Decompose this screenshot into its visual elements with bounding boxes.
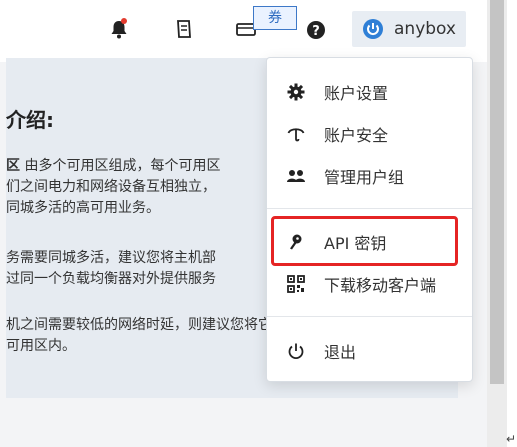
menu-item-account-settings[interactable]: 账户设置: [267, 72, 472, 112]
gear-icon: [286, 82, 306, 102]
intro-p2-line2: 过同一个负载均衡器对外提供服务: [6, 271, 216, 287]
intro-p2-line1: 务需要同城多活，建议您将主机部: [6, 250, 216, 266]
menu-item-download-mobile-app[interactable]: 下载移动客户端: [267, 264, 472, 304]
coupon-badge[interactable]: 券: [253, 6, 297, 30]
svg-text:?: ?: [312, 24, 320, 39]
account-name: anybox: [394, 19, 456, 39]
page-scrollbar[interactable]: [487, 0, 507, 447]
umbrella-icon: [286, 124, 306, 144]
help-icon[interactable]: ?: [305, 18, 327, 40]
users-icon: [286, 166, 306, 186]
menu-item-label: 管理用户组: [324, 168, 405, 187]
menu-item-label: 下载移动客户端: [324, 276, 437, 295]
window-edge: [507, 0, 517, 447]
scrollbar-thumb[interactable]: [490, 0, 504, 384]
intro-p1-prefix: 区: [6, 158, 20, 174]
notification-bell-icon[interactable]: [108, 18, 130, 40]
mouse-cursor-icon: ↵: [506, 432, 517, 446]
api-key-highlight-box: [271, 216, 458, 266]
account-menu-button[interactable]: anybox: [352, 11, 466, 47]
document-icon[interactable]: [173, 18, 195, 40]
power-icon: [286, 341, 306, 361]
menu-divider: [267, 208, 472, 209]
intro-paragraph-1: 区 由多个可用区组成，每个可用区 们之间电力和网络设备互相独立， 同城多活的高可…: [6, 156, 220, 219]
brand-power-icon: [363, 19, 383, 39]
menu-item-account-security[interactable]: 账户安全: [267, 114, 472, 154]
notification-dot: [121, 18, 127, 24]
intro-paragraph-2: 务需要同城多活，建议您将主机部 过同一个负载均衡器对外提供服务: [6, 248, 216, 290]
intro-p1-line3: 同城多活的高可用业务。: [6, 200, 160, 216]
intro-p1-line2: 们之间电力和网络设备互相独立，: [6, 179, 216, 195]
menu-item-logout[interactable]: 退出: [267, 331, 472, 371]
menu-item-label: 账户设置: [324, 84, 389, 103]
top-navigation-bar: 券 ? anybox: [0, 0, 487, 62]
intro-p1-line1: 由多个可用区组成，每个可用区: [20, 158, 221, 174]
menu-item-manage-user-groups[interactable]: 管理用户组: [267, 156, 472, 196]
menu-item-label: 账户安全: [324, 126, 389, 145]
qrcode-icon: [286, 274, 306, 294]
intro-title: 介绍:: [6, 108, 54, 132]
menu-divider: [267, 316, 472, 317]
menu-item-label: 退出: [324, 343, 357, 362]
